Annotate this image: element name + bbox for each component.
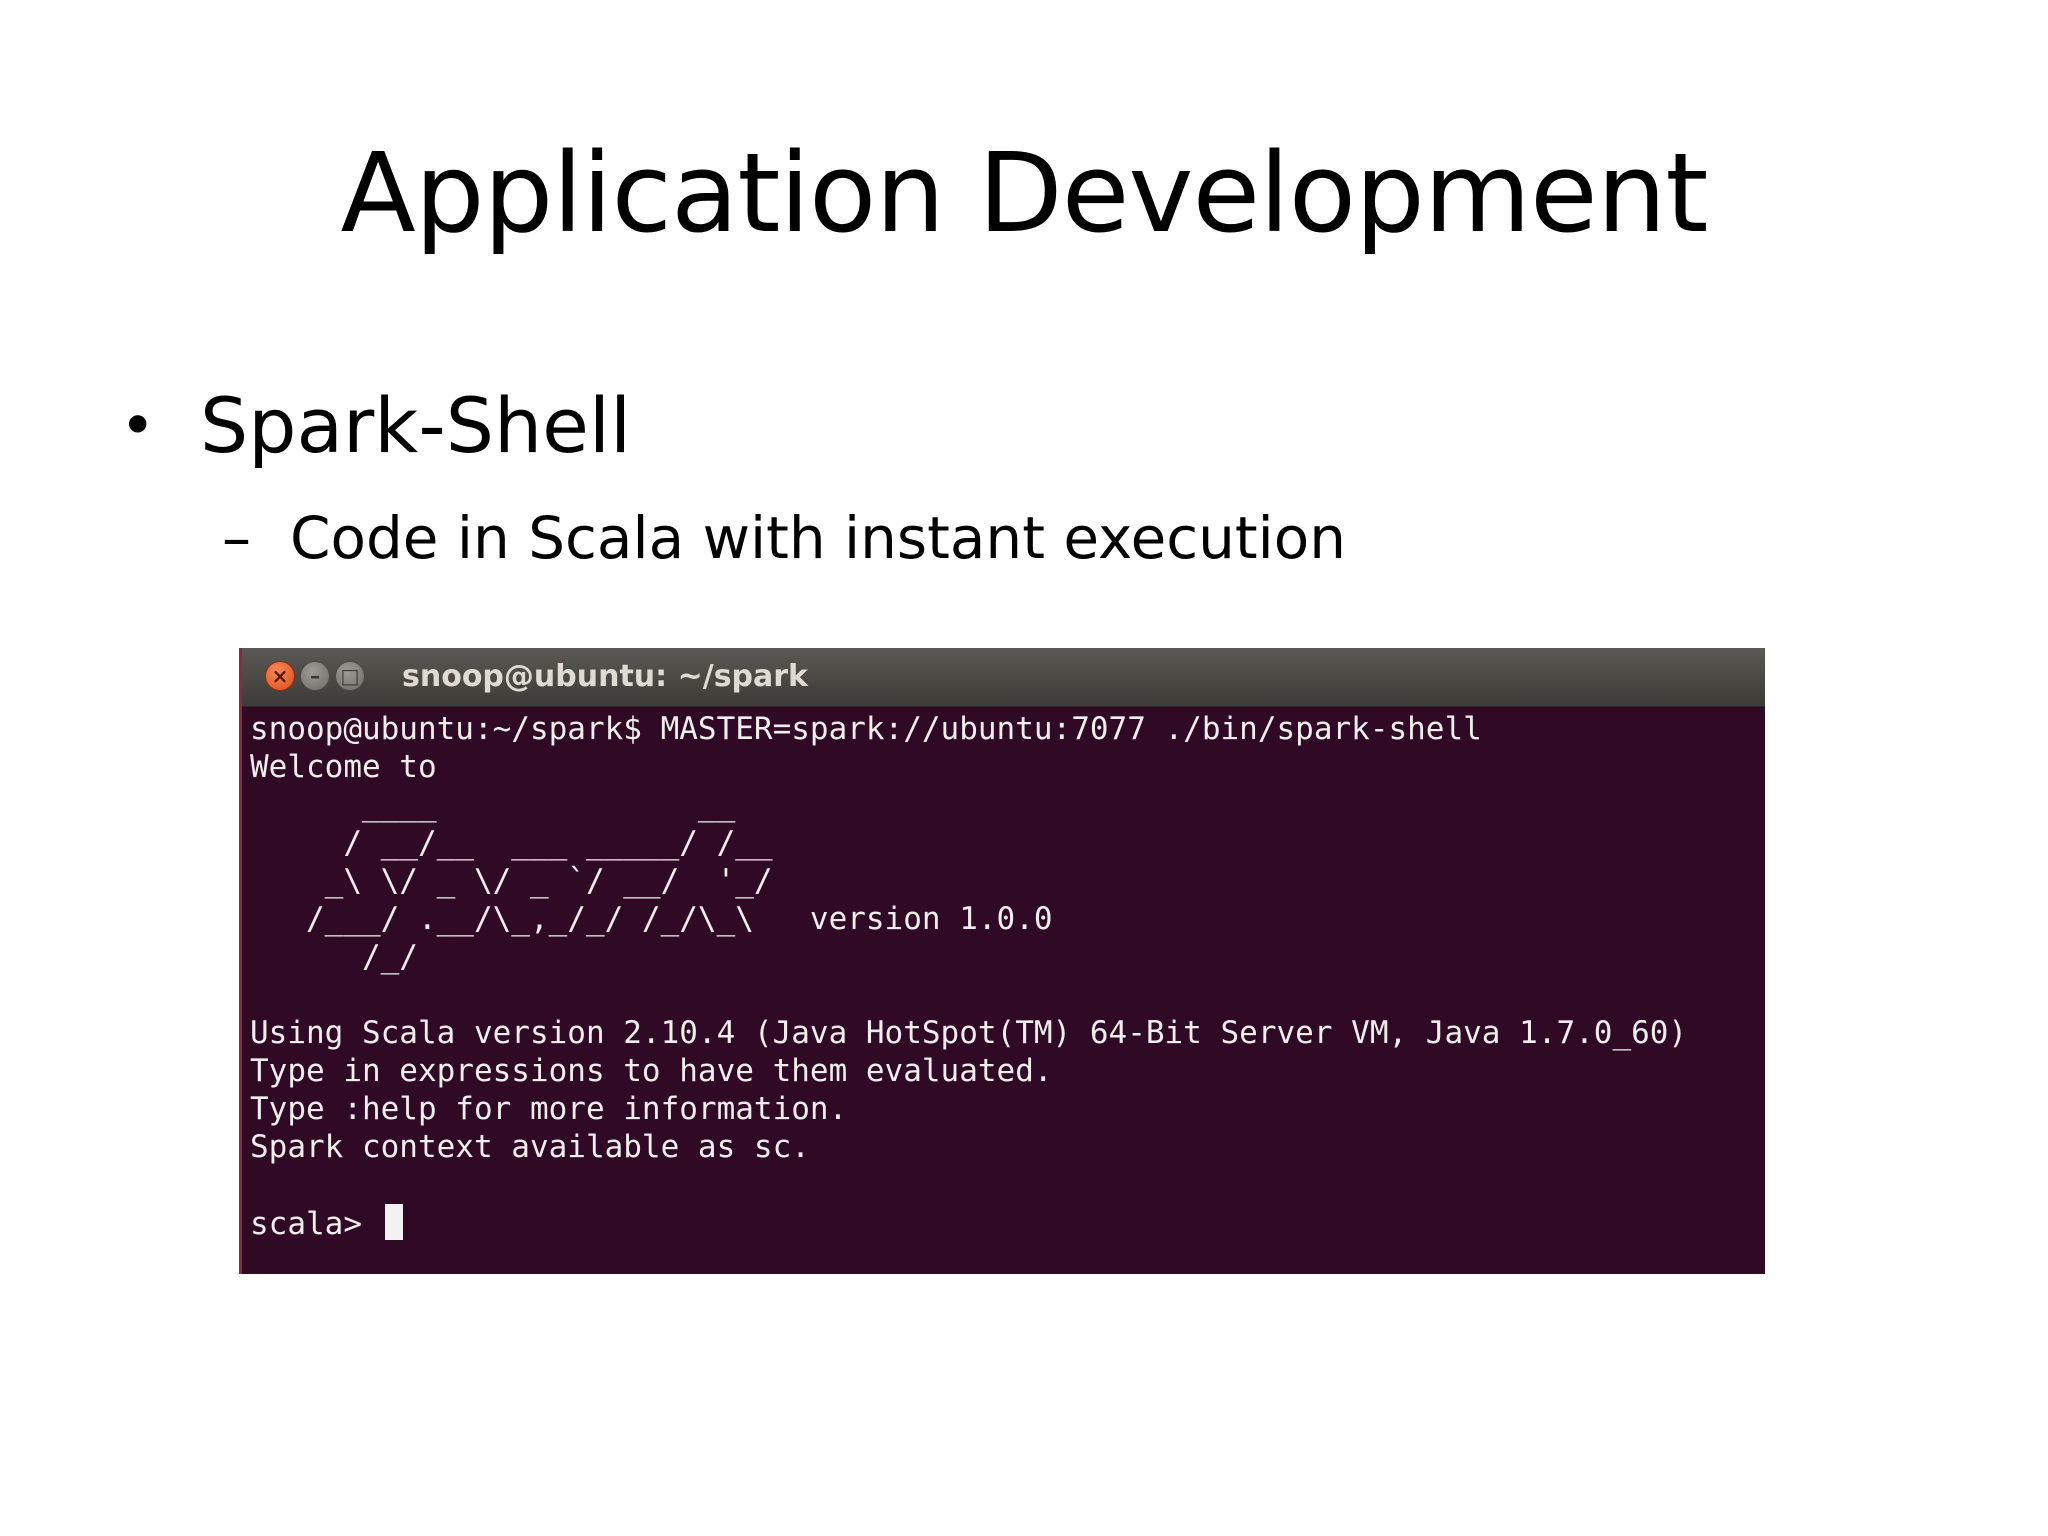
bullet-marker: • [120,391,156,461]
bullet-spark-shell: • Spark-Shell [120,378,631,474]
spark-ascii-logo-line-2: / __/__ ___ _____/ /__ [250,825,773,861]
scala-prompt: scala> [250,1206,381,1242]
minimize-icon[interactable]: – [300,661,330,691]
terminal-cursor [384,1204,403,1240]
terminal-title: snoop@ubuntu: ~/spark [402,659,809,694]
sub-bullet-scala-code: – Code in Scala with instant execution [222,502,1346,574]
sub-bullet-text: Code in Scala with instant execution [290,504,1347,572]
spark-ascii-logo-line-1: ____ __ [250,787,736,823]
spark-ascii-logo-line-4: /___/ .__/\_,_/_/ /_/\_\ version 1.0.0 [250,901,1053,937]
spark-ascii-logo-line-5: /_/ [250,939,418,975]
terminal-window[interactable]: × – □ snoop@ubuntu: ~/spark snoop@ubuntu… [239,648,1765,1274]
sub-bullet-marker: – [222,504,251,572]
slide-title: Application Development [340,129,1708,257]
terminal-context-line: Spark context available as sc. [250,1129,810,1165]
spark-ascii-logo-line-3: _\ \/ _ \/ _ `/ __/ '_/ [250,863,773,899]
terminal-prompt-line[interactable]: scala> [250,1204,403,1243]
terminal-scala-version-line: Using Scala version 2.10.4 (Java HotSpot… [250,1015,1688,1051]
bullet-text: Spark-Shell [200,381,632,470]
close-icon[interactable]: × [265,661,295,691]
terminal-welcome-line: Welcome to [250,749,437,785]
terminal-titlebar[interactable]: × – □ snoop@ubuntu: ~/spark [242,648,1765,707]
maximize-icon[interactable]: □ [335,661,365,691]
terminal-body[interactable]: snoop@ubuntu:~/spark$ MASTER=spark://ubu… [250,710,1765,1274]
terminal-help-line: Type :help for more information. [250,1091,848,1127]
terminal-command-line: snoop@ubuntu:~/spark$ MASTER=spark://ubu… [250,711,1482,747]
terminal-info-line: Type in expressions to have them evaluat… [250,1053,1053,1089]
